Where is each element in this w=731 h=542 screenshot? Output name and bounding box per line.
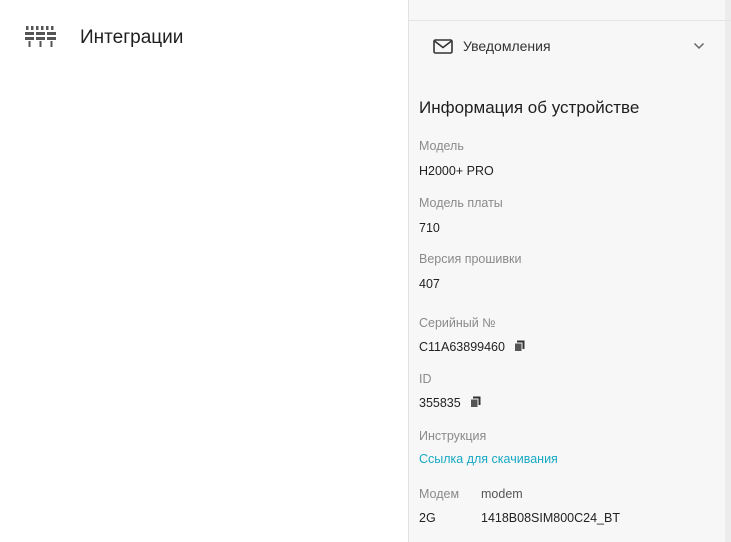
id-row: 355835 [419, 396, 481, 411]
modem-value-row: 2G 1418B08SIM800C24_BT [419, 511, 719, 525]
envelope-icon [433, 38, 453, 54]
firmware-value: 407 [419, 277, 440, 291]
model-label: Модель [419, 139, 464, 153]
model-value: H2000+ PRO [419, 164, 494, 178]
notifications-accordion[interactable]: Уведомления [409, 26, 725, 66]
id-value: 355835 [419, 396, 461, 410]
copy-icon[interactable] [514, 340, 525, 355]
integrations-icon [24, 23, 58, 54]
copy-icon[interactable] [470, 396, 481, 411]
modem-column-label: modem [481, 487, 523, 501]
chevron-down-icon[interactable] [693, 42, 705, 50]
board-value: 710 [419, 221, 440, 235]
modem-label: Модем [419, 487, 460, 501]
device-panel: Уведомления Информация об устройстве Мод… [409, 0, 731, 542]
scrollbar-track[interactable] [725, 0, 731, 542]
serial-label: Серийный № [419, 316, 496, 330]
device-info-title: Информация об устройстве [419, 98, 640, 117]
divider [409, 20, 731, 21]
id-label: ID [419, 372, 432, 386]
modem-header-row: Модем modem [419, 487, 523, 501]
firmware-label: Версия прошивки [419, 252, 522, 266]
manual-label: Инструкция [419, 429, 487, 443]
board-label: Модель платы [419, 196, 503, 210]
device-info-section: Информация об устройстве Модель H2000+ P… [419, 98, 719, 525]
notifications-label: Уведомления [463, 38, 551, 54]
modem-type: 2G [419, 511, 436, 525]
modem-value: 1418B08SIM800C24_BT [481, 511, 620, 525]
serial-row: C11A63899460 [419, 340, 525, 355]
serial-value: C11A63899460 [419, 340, 505, 354]
download-link[interactable]: Ссылка для скачивания [419, 452, 558, 466]
menu-item-label: Интеграции [80, 27, 184, 48]
menu-item-integrations[interactable]: Интеграции [24, 18, 183, 58]
